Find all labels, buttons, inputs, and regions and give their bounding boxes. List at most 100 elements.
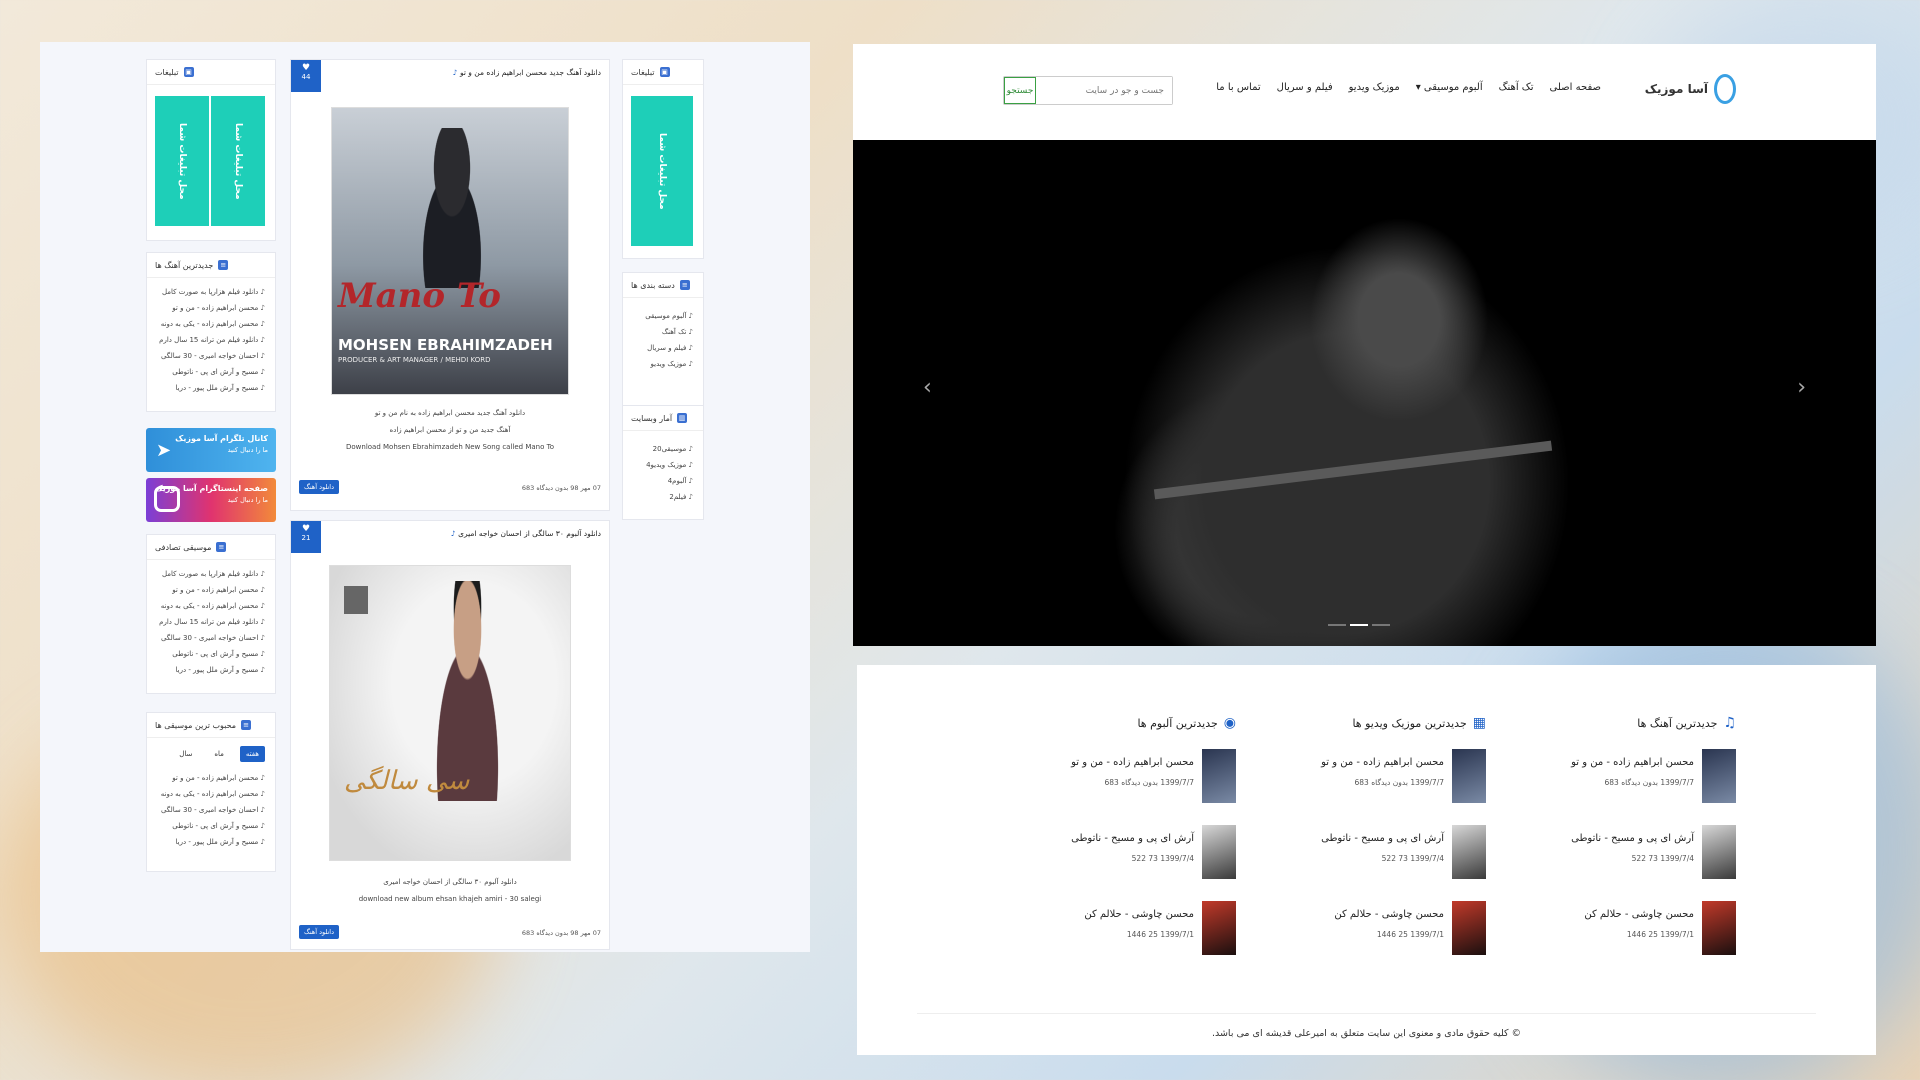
chart-icon: ▥	[677, 413, 688, 423]
item-title[interactable]: آرش ای پی و مسیح - ناتوطی	[1321, 833, 1444, 844]
search-button[interactable]: جستجو	[1004, 77, 1036, 104]
list-item[interactable]: دانلود فیلم من ترانه 15 سال دارم	[157, 614, 265, 630]
list-item[interactable]: آرش ای پی و مسیح - ناتوطی 1399/7/4 73 522	[1046, 825, 1236, 901]
list-item[interactable]: مسیح و آرش ای پی - ناتوطی	[157, 646, 265, 662]
slider-next-icon[interactable]: ›	[1797, 375, 1806, 400]
item-thumbnail[interactable]	[1702, 901, 1736, 955]
item-thumbnail[interactable]	[1702, 749, 1736, 803]
site-logo[interactable]: آسا موزیک	[1645, 74, 1736, 104]
nav-item[interactable]: تک آهنگ	[1499, 82, 1534, 93]
nav-item[interactable]: آلبوم موسیقی ▾	[1416, 82, 1483, 93]
item-thumbnail[interactable]	[1452, 825, 1486, 879]
slider-image[interactable]	[1113, 180, 1633, 646]
slider-dot[interactable]	[1372, 624, 1390, 626]
like-button[interactable]: ♥ 21	[291, 521, 321, 553]
search-bar: جستجو	[1003, 76, 1173, 105]
post-cover[interactable]: سی سالگی	[329, 565, 571, 861]
stats-title: آمار وبسایت	[631, 413, 673, 423]
telegram-banner[interactable]: ➤ کانال تلگرام آسا موزیک ما را دنبال کنی…	[146, 428, 276, 472]
item-thumbnail[interactable]	[1452, 901, 1486, 955]
list-item[interactable]: محسن ابراهیم زاده - من و تو 1399/7/7 بدون…	[1046, 749, 1236, 825]
list-item[interactable]: آلبوم موسیقی	[633, 308, 693, 324]
list-item[interactable]: فیلم2	[633, 489, 693, 505]
post-title[interactable]: دانلود آلبوم ۳۰ سالگی از احسان خواجه امی…	[451, 529, 601, 538]
item-thumbnail[interactable]	[1202, 749, 1236, 803]
list-item[interactable]: محسن چاوشی - حلالم کن 1399/7/1 25 1446	[1296, 901, 1486, 977]
list-item[interactable]: محسن چاوشی - حلالم کن 1399/7/1 25 1446	[1546, 901, 1736, 977]
list-item[interactable]: موزیک ویدیو4	[633, 457, 693, 473]
item-title[interactable]: محسن ابراهیم زاده - من و تو	[1321, 757, 1444, 768]
list-item[interactable]: احسان خواجه امیری - 30 سالگی	[157, 802, 265, 818]
item-title[interactable]: محسن چاوشی - حلالم کن	[1584, 909, 1694, 920]
list-item[interactable]: فیلم و سریال	[633, 340, 693, 356]
list-item[interactable]: محسن ابراهیم زاده - یکی به دونه	[157, 598, 265, 614]
item-thumbnail[interactable]	[1202, 825, 1236, 879]
item-title[interactable]: محسن ابراهیم زاده - من و تو	[1071, 757, 1194, 768]
item-thumbnail[interactable]	[1202, 901, 1236, 955]
nav-item[interactable]: صفحه اصلی	[1550, 82, 1601, 93]
list-item[interactable]: مسیح و آرش ملل پیور - دریا	[157, 834, 265, 850]
list-item[interactable]: محسن ابراهیم زاده - من و تو	[157, 770, 265, 786]
post-cover[interactable]: Mano To MOHSEN EBRAHIMZADEH PRODUCER & A…	[331, 107, 569, 395]
latest-section: ♫ جدیدترین آهنگ ها محسن ابراهیم زاده - من …	[857, 665, 1876, 1055]
logo-icon	[1714, 74, 1736, 104]
stats-card: ▥ آمار وبسایت موسیقی20موزیک ویدیو4آلبوم4ف…	[622, 405, 704, 520]
cover-artist: MOHSEN EBRAHIMZADEH	[338, 336, 553, 354]
list-item[interactable]: آرش ای پی و مسیح - ناتوطی 1399/7/4 73 522	[1296, 825, 1486, 901]
instagram-banner[interactable]: صفحه اینستاگرام آسا موزیک ما را دنبال کن…	[146, 478, 276, 522]
list-item[interactable]: مسیح و آرش ای پی - ناتوطی	[157, 818, 265, 834]
random-songs-card: ≡ موسیقی تصادفی دانلود فیلم هزارپا به صور…	[146, 534, 276, 694]
list-item[interactable]: محسن ابراهیم زاده - یکی به دونه	[157, 316, 265, 332]
item-title[interactable]: محسن چاوشی - حلالم کن	[1334, 909, 1444, 920]
film-icon: ▦	[1472, 715, 1486, 731]
item-thumbnail[interactable]	[1452, 749, 1486, 803]
list-item[interactable]: تک آهنگ	[633, 324, 693, 340]
ads-icon: ▣	[659, 67, 670, 77]
post-title[interactable]: دانلود آهنگ جدید محسن ابراهیم زاده من و …	[453, 68, 601, 77]
search-input[interactable]	[1036, 77, 1172, 104]
item-thumbnail[interactable]	[1702, 825, 1736, 879]
list-item[interactable]: مسیح و آرش ملل پیور - دریا	[157, 380, 265, 396]
ad-banner[interactable]: محل تبلیغات شما	[155, 96, 209, 226]
list-item[interactable]: محسن ابراهیم زاده - من و تو	[157, 300, 265, 316]
list-item[interactable]: محسن ابراهیم زاده - یکی به دونه	[157, 786, 265, 802]
item-title[interactable]: محسن ابراهیم زاده - من و تو	[1571, 757, 1694, 768]
item-title[interactable]: محسن چاوشی - حلالم کن	[1084, 909, 1194, 920]
nav-item[interactable]: موزیک ویدیو	[1349, 82, 1400, 93]
nav-item[interactable]: فیلم و سریال	[1277, 82, 1333, 93]
list-item[interactable]: مسیح و آرش ای پی - ناتوطی	[157, 364, 265, 380]
download-button[interactable]: دانلود آهنگ	[299, 480, 339, 494]
slider-dot[interactable]	[1328, 624, 1346, 626]
tab-month[interactable]: ماه	[208, 746, 230, 762]
list-item[interactable]: محسن ابراهیم زاده - من و تو 1399/7/7 بدون…	[1546, 749, 1736, 825]
tab-year[interactable]: سال	[173, 746, 198, 762]
slider-prev-icon[interactable]: ‹	[923, 375, 932, 400]
list-item[interactable]: احسان خواجه امیری - 30 سالگی	[157, 630, 265, 646]
list-item[interactable]: احسان خواجه امیری - 30 سالگی	[157, 348, 265, 364]
latest-songs-column: ♫ جدیدترین آهنگ ها محسن ابراهیم زاده - من …	[1546, 715, 1736, 977]
list-item[interactable]: موزیک ویدیو	[633, 356, 693, 372]
like-count: 44	[301, 73, 311, 81]
list-item[interactable]: محسن چاوشی - حلالم کن 1399/7/1 25 1446	[1046, 901, 1236, 977]
list-item[interactable]: محسن ابراهیم زاده - من و تو 1399/7/7 بدون…	[1296, 749, 1486, 825]
list-item[interactable]: مسیح و آرش ملل پیور - دریا	[157, 662, 265, 678]
list-item[interactable]: دانلود فیلم هزارپا به صورت کامل	[157, 284, 265, 300]
item-title[interactable]: آرش ای پی و مسیح - ناتوطی	[1571, 833, 1694, 844]
list-item[interactable]: آرش ای پی و مسیح - ناتوطی 1399/7/4 73 522	[1546, 825, 1736, 901]
item-title[interactable]: آرش ای پی و مسیح - ناتوطی	[1071, 833, 1194, 844]
nav-item[interactable]: تماس با ما	[1216, 82, 1260, 93]
like-button[interactable]: ♥ 44	[291, 60, 321, 92]
tab-week[interactable]: هفته	[239, 746, 265, 762]
list-item[interactable]: آلبوم4	[633, 473, 693, 489]
ad-banner[interactable]: محل تبلیغات شما	[631, 96, 693, 246]
list-item[interactable]: محسن ابراهیم زاده - من و تو	[157, 582, 265, 598]
column-heading: ◉ جدیدترین آلبوم ها	[1137, 715, 1236, 731]
post-meta: 07 مهر 98 بدون دیدگاه 683	[521, 929, 601, 937]
list-item[interactable]: دانلود فیلم هزارپا به صورت کامل	[157, 566, 265, 582]
ad-banner[interactable]: محل تبلیغات شما	[211, 96, 265, 226]
download-button[interactable]: دانلود آهنگ	[299, 925, 339, 939]
list-item[interactable]: دانلود فیلم من ترانه 15 سال دارم	[157, 332, 265, 348]
post-description: دانلود آلبوم ۳۰ سالگی از احسان خواجه امی…	[358, 878, 542, 903]
list-item[interactable]: موسیقی20	[633, 441, 693, 457]
slider-dot[interactable]	[1350, 624, 1368, 626]
